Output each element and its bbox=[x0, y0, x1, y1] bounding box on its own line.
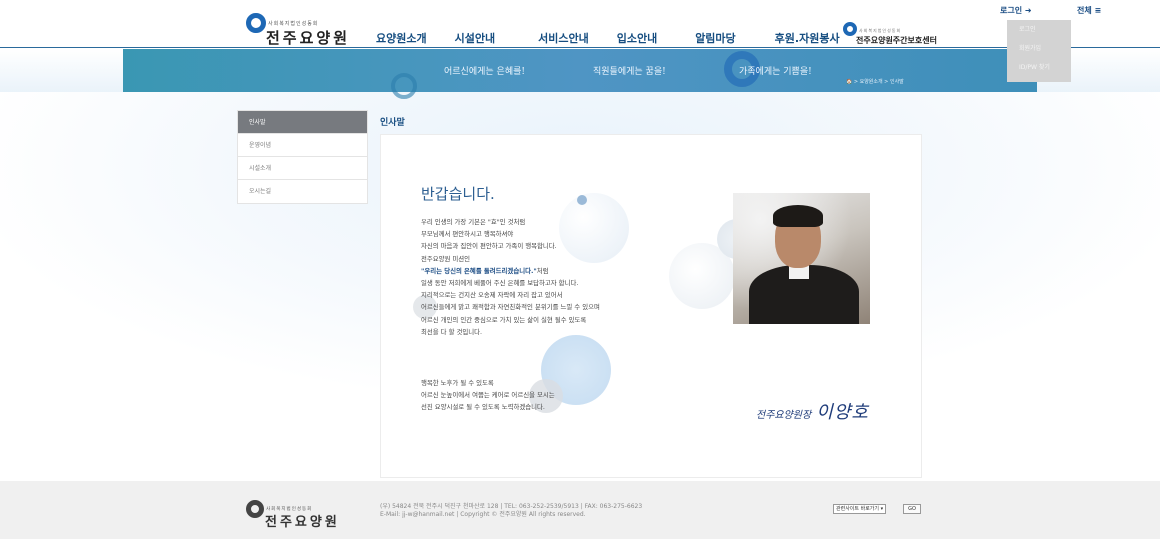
nav-item-notice[interactable]: 알림마당 bbox=[695, 30, 735, 46]
logo-subtitle: 사회복지법인성동회 bbox=[268, 21, 319, 27]
partner-ring-icon bbox=[843, 22, 857, 36]
text-line: 선진 요양시설로 될 수 있도록 노력하겠습니다. bbox=[421, 403, 545, 412]
all-menu-button[interactable]: 전체 ≡ bbox=[1077, 5, 1101, 16]
text-line: 어르신들에게 맑고 쾌적함과 자연친화적인 분위기를 느낄 수 있으며 bbox=[421, 303, 600, 312]
logo-ring-icon bbox=[246, 13, 266, 33]
side-menu-directions[interactable]: 오시는길 bbox=[238, 180, 367, 203]
decor-bubble bbox=[577, 195, 587, 205]
signature-title: 전주요양원장 bbox=[756, 410, 812, 421]
nav-item-service[interactable]: 서비스안내 bbox=[538, 30, 589, 46]
text-line: 부모님께서 편안하시고 행복하셔야 bbox=[421, 230, 514, 239]
signature-name: 이양호 bbox=[816, 402, 869, 423]
text-line: 행복한 노후가 될 수 있도록 bbox=[421, 379, 494, 387]
mission-tail: 처럼 bbox=[536, 266, 549, 275]
dropdown-signup[interactable]: 회원가입 bbox=[1007, 39, 1071, 58]
main-nav: 요양원소개 시설안내 서비스안내 입소안내 알림마당 후원.자원봉사 bbox=[376, 30, 840, 46]
breadcrumb: 🏠 > 요양원소개 > 인사말 bbox=[846, 79, 904, 85]
decor-circle bbox=[391, 73, 417, 99]
footer-logo: 사회복지법인성동회 전주요양원 bbox=[246, 497, 356, 530]
page: 사회복지법인성동회 전주요양원 요양원소개 시설안내 서비스안내 입소안내 알림… bbox=[0, 0, 1160, 539]
nav-item-facility[interactable]: 시설안내 bbox=[455, 30, 495, 46]
text-line: 우리 인생의 가장 기본은 "효"인 것처럼 bbox=[421, 218, 526, 226]
side-menu-greeting[interactable]: 인사말 bbox=[238, 111, 367, 134]
footer-logo-title: 전주요양원 bbox=[265, 515, 340, 530]
text-line: 전주요양원 미션인 bbox=[421, 254, 471, 263]
director-signature: 전주요양원장 이양호 bbox=[756, 398, 869, 424]
site-logo[interactable]: 사회복지법인성동회 전주요양원 bbox=[246, 10, 356, 47]
greeting-heading: 반갑습니다. bbox=[421, 185, 495, 203]
text-line: 최선을 다 할 것입니다. bbox=[421, 327, 483, 336]
related-site-go-button[interactable]: GO bbox=[903, 504, 921, 514]
partner-title: 전주요양원주간보호센터 bbox=[856, 36, 937, 45]
dropdown-login[interactable]: 로그인 bbox=[1007, 20, 1071, 39]
text-line: 어르신 개인의 인간 중심으로 가치 있는 삶이 실현 될수 있도록 bbox=[421, 315, 587, 324]
daycare-center-link[interactable]: 사회복지법인성동회 전주요양원주간보호센터 bbox=[843, 22, 953, 46]
side-menu-philosophy[interactable]: 운영이념 bbox=[238, 134, 367, 157]
nav-item-about[interactable]: 요양원소개 bbox=[376, 30, 427, 46]
logo-title: 전주요양원 bbox=[266, 29, 351, 47]
related-site-select[interactable]: 관련사이트 바로가기 ▾ bbox=[833, 504, 887, 514]
nav-item-support[interactable]: 후원.자원봉사 bbox=[775, 30, 840, 46]
director-photo bbox=[733, 193, 870, 324]
site-footer: 사회복지법인성동회 전주요양원 (우) 54824 전북 전주시 덕진구 천마산… bbox=[0, 481, 1160, 539]
greeting-paragraph-2: 행복한 노후가 될 수 있도록 어르신 눈높이에서 여쭙는 케어로 어르신을 모… bbox=[421, 377, 741, 414]
photo-hair bbox=[773, 205, 823, 227]
text-line: 어르신 눈높이에서 여쭙는 케어로 어르신을 모시는 bbox=[421, 391, 555, 400]
slogan-2: 직원들에게는 꿈을! bbox=[593, 67, 666, 77]
slogan-1: 어르신에게는 은혜를! bbox=[444, 67, 525, 77]
login-link[interactable]: 로그인 ➜ bbox=[1000, 5, 1032, 16]
page-title: 인사말 bbox=[380, 118, 405, 128]
footer-info: (우) 54824 전북 전주시 덕진구 천마산로 128 | TEL: 063… bbox=[380, 503, 642, 519]
slogan-3: 가족에게는 기쁨을! bbox=[739, 67, 812, 77]
footer-logo-ring-icon bbox=[246, 500, 264, 518]
visual-strip: 어르신에게는 은혜를! 직원들에게는 꿈을! 가족에게는 기쁨을! bbox=[123, 49, 1037, 99]
partner-subtitle: 사회복지법인성동회 bbox=[859, 28, 902, 33]
footer-contact: E-Mail: jj-w@hanmail.net | Copyright © 전… bbox=[380, 511, 586, 518]
site-header: 사회복지법인성동회 전주요양원 요양원소개 시설안내 서비스안내 입소안내 알림… bbox=[0, 0, 1160, 48]
mission-line: "우리는 당신의 은혜를 돌려드리겠습니다."처럼 bbox=[421, 265, 741, 277]
nav-item-admission[interactable]: 입소안내 bbox=[617, 30, 657, 46]
text-line: 일생 동안 저희에게 베풀어 주신 은혜를 보답하고자 합니다. bbox=[421, 278, 579, 287]
dropdown-find-account[interactable]: ID/PW 찾기 bbox=[1007, 58, 1071, 77]
login-dropdown: 로그인 회원가입 ID/PW 찾기 bbox=[1007, 20, 1071, 82]
side-menu: 인사말 운영이념 시설소개 오시는길 bbox=[237, 110, 368, 204]
text-line: 지리적으로는 건지산 오송제 자락에 자리 잡고 있어서 bbox=[421, 291, 563, 300]
sub-visual: 어르신에게는 은혜를! 직원들에게는 꿈을! 가족에게는 기쁨을! 🏠 > 요양… bbox=[0, 49, 1160, 99]
footer-address: (우) 54824 전북 전주시 덕진구 천마산로 128 | TEL: 063… bbox=[380, 503, 643, 510]
mission-statement: "우리는 당신의 은혜를 돌려드리겠습니다." bbox=[421, 266, 537, 275]
side-menu-facility[interactable]: 시설소개 bbox=[238, 157, 367, 180]
greeting-paragraph-1: 우리 인생의 가장 기본은 "효"인 것처럼 부모님께서 편안하시고 행복하셔야… bbox=[421, 216, 741, 338]
text-line: 자신의 마음과 집안이 편안하고 가족이 행복합니다. bbox=[421, 242, 557, 251]
